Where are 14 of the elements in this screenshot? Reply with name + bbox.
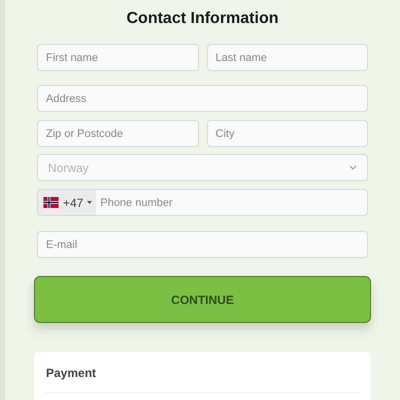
email-field[interactable]: E-mail bbox=[37, 231, 368, 258]
address-field[interactable]: Address bbox=[37, 85, 368, 112]
chevron-down-icon bbox=[349, 165, 357, 170]
phone-field[interactable]: +47 Phone number bbox=[37, 189, 368, 216]
postcode-field[interactable]: Zip or Postcode bbox=[37, 120, 198, 147]
caret-icon bbox=[87, 201, 92, 204]
country-code-select[interactable]: +47 bbox=[38, 190, 96, 215]
continue-button[interactable]: CONTINUE bbox=[34, 276, 371, 323]
last-name-field[interactable]: Last name bbox=[206, 44, 368, 71]
first-name-field[interactable]: First name bbox=[37, 44, 198, 71]
form-heading: Contact Information bbox=[126, 9, 280, 29]
payment-title: Payment bbox=[46, 364, 359, 393]
city-field[interactable]: City bbox=[206, 120, 368, 147]
norway-flag-icon bbox=[43, 197, 59, 208]
